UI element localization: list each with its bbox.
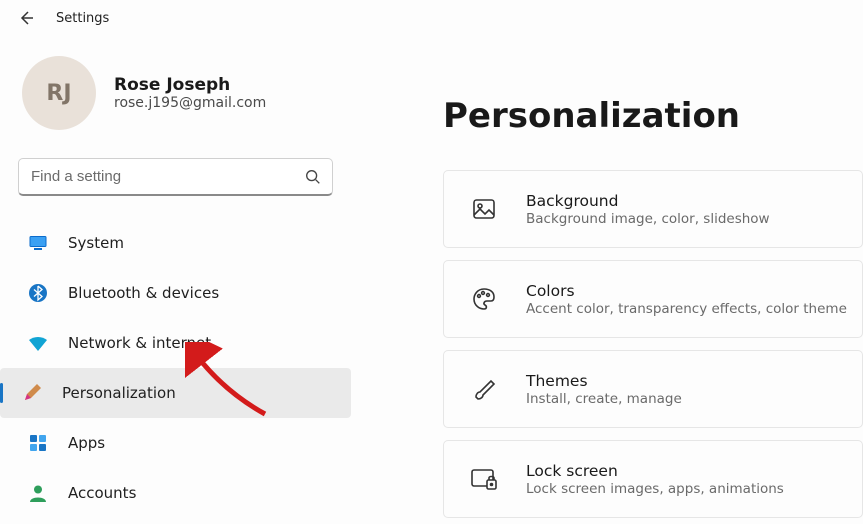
wifi-icon <box>28 333 48 353</box>
sidebar-item-label: Network & internet <box>68 334 211 352</box>
sidebar-item-label: System <box>68 234 124 252</box>
titlebar: Settings <box>0 0 863 36</box>
card-subtitle: Install, create, manage <box>526 391 682 407</box>
app-title: Settings <box>56 11 109 26</box>
sidebar-item-bluetooth[interactable]: Bluetooth & devices <box>6 268 345 318</box>
brush-icon <box>470 375 498 403</box>
card-title: Background <box>526 192 770 210</box>
card-title: Themes <box>526 372 682 390</box>
palette-icon <box>470 285 498 313</box>
main-content: Personalization Background Background im… <box>351 36 863 524</box>
sidebar-item-network[interactable]: Network & internet <box>6 318 345 368</box>
search-box[interactable] <box>18 158 333 196</box>
search-icon <box>304 168 322 186</box>
card-themes[interactable]: Themes Install, create, manage <box>443 350 863 428</box>
user-email: rose.j195@gmail.com <box>114 95 266 111</box>
search-input[interactable] <box>31 168 304 185</box>
card-background[interactable]: Background Background image, color, slid… <box>443 170 863 248</box>
lock-screen-icon <box>470 465 498 493</box>
sidebar-item-label: Personalization <box>62 384 176 402</box>
card-title: Lock screen <box>526 462 784 480</box>
nav-list: System Bluetooth & devices Network & int… <box>0 214 351 518</box>
card-lock-screen[interactable]: Lock screen Lock screen images, apps, an… <box>443 440 863 518</box>
sidebar-item-system[interactable]: System <box>6 218 345 268</box>
sidebar-item-apps[interactable]: Apps <box>6 418 345 468</box>
image-icon <box>470 195 498 223</box>
page-title: Personalization <box>443 96 863 136</box>
back-arrow-icon <box>18 10 34 26</box>
user-name: Rose Joseph <box>114 75 266 95</box>
paintbrush-icon <box>22 383 42 403</box>
avatar: RJ <box>22 56 96 130</box>
sidebar-item-accounts[interactable]: Accounts <box>6 468 345 518</box>
apps-icon <box>28 433 48 453</box>
sidebar-item-label: Apps <box>68 434 105 452</box>
card-subtitle: Accent color, transparency effects, colo… <box>526 301 847 317</box>
profile-block[interactable]: RJ Rose Joseph rose.j195@gmail.com <box>0 56 351 130</box>
card-colors[interactable]: Colors Accent color, transparency effect… <box>443 260 863 338</box>
back-button[interactable] <box>18 10 34 26</box>
bluetooth-icon <box>28 283 48 303</box>
card-subtitle: Background image, color, slideshow <box>526 211 770 227</box>
person-icon <box>28 483 48 503</box>
sidebar-item-label: Bluetooth & devices <box>68 284 219 302</box>
card-title: Colors <box>526 282 847 300</box>
sidebar-item-label: Accounts <box>68 484 136 502</box>
sidebar-item-personalization[interactable]: Personalization <box>0 368 351 418</box>
sidebar: RJ Rose Joseph rose.j195@gmail.com Syste… <box>0 36 351 524</box>
card-subtitle: Lock screen images, apps, animations <box>526 481 784 497</box>
monitor-icon <box>28 233 48 253</box>
